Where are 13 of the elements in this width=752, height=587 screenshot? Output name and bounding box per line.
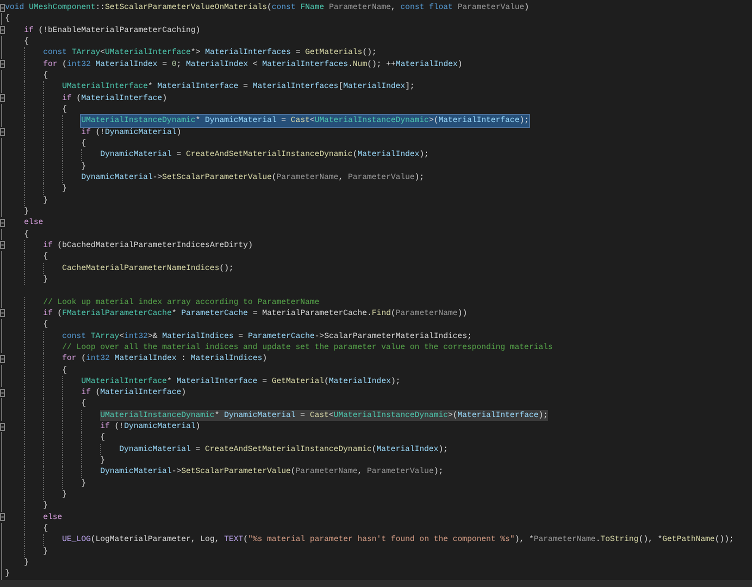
collapse-icon[interactable]	[0, 60, 5, 68]
collapse-icon[interactable]	[0, 241, 5, 250]
collapse-icon[interactable]	[0, 218, 5, 227]
collapse-icon[interactable]	[0, 4, 5, 12]
collapse-icon[interactable]	[0, 388, 5, 397]
collapse-icon[interactable]	[0, 26, 5, 34]
collapse-icon[interactable]	[0, 422, 5, 431]
horizontal-scrollbar[interactable]	[0, 580, 752, 587]
collapse-icon[interactable]	[0, 513, 5, 522]
collapse-icon[interactable]	[0, 309, 5, 318]
collapse-icon[interactable]	[0, 94, 5, 102]
collapse-icon[interactable]	[0, 354, 5, 363]
collapse-icon[interactable]	[0, 128, 5, 136]
